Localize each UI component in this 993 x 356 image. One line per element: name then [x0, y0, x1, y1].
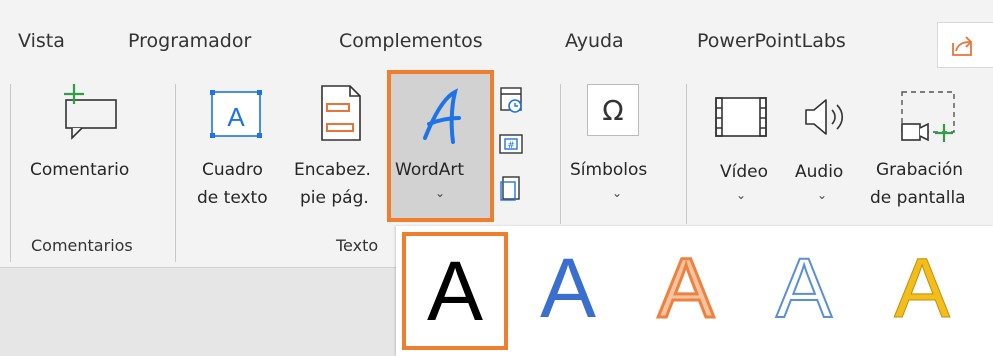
share-icon	[952, 36, 973, 56]
speaker-icon	[805, 99, 844, 135]
wordart-style-letter: A	[775, 241, 833, 335]
chevron-down-icon: ⌄	[612, 186, 623, 200]
wordart-style-blue[interactable]: A	[518, 226, 618, 350]
tab-powerpointlabs[interactable]: PowerPointLabs	[697, 30, 846, 52]
slide-number-icon[interactable]: #	[498, 132, 524, 158]
header-footer-label-line2: pie pág.	[300, 188, 369, 208]
share-button[interactable]	[937, 22, 993, 68]
tab-programador[interactable]: Programador	[128, 30, 251, 52]
textbox-icon-letter: A	[227, 102, 245, 132]
wordart-label: WordArt	[395, 160, 464, 180]
group-separator	[175, 84, 176, 262]
audio-label: Audio	[795, 162, 844, 182]
ribbon-tab-bar: Vista Programador Complementos Ayuda Pow…	[0, 0, 993, 78]
group-separator	[10, 84, 11, 262]
wordart-style-letter: A	[539, 241, 597, 335]
textbox-icon: A	[210, 90, 262, 138]
wordart-style-letter: A	[426, 244, 484, 338]
wordart-style-black[interactable]: A	[402, 232, 508, 350]
svg-text:#: #	[507, 141, 515, 151]
chevron-down-icon: ⌄	[817, 188, 828, 202]
omega-icon: Ω	[587, 84, 639, 136]
screen-recording-label-line1: Grabación	[876, 160, 964, 180]
header-footer-label-line1: Encabez.	[294, 160, 371, 180]
textbox-label-line1: Cuadro	[202, 160, 263, 180]
wordart-gallery: A A A A A	[396, 226, 993, 356]
chevron-down-icon: ⌄	[435, 186, 446, 200]
new-comment-icon	[64, 84, 117, 140]
object-icon[interactable]	[498, 174, 524, 204]
wordart-icon	[423, 88, 461, 144]
screen-recording-icon	[901, 91, 955, 142]
group-label-text: Texto	[336, 236, 379, 255]
screen-recording-label-line2: de pantalla	[870, 188, 966, 208]
textbox-label-line2: de texto	[197, 188, 268, 208]
group-label-comments: Comentarios	[31, 236, 133, 255]
wordart-button[interactable]: WordArt ⌄	[387, 70, 494, 222]
wordart-style-blue-outline[interactable]: A	[754, 226, 854, 350]
group-separator	[686, 84, 687, 224]
comment-label: Comentario	[30, 160, 130, 180]
wordart-style-gold[interactable]: A	[872, 226, 972, 350]
symbols-label: Símbolos	[570, 160, 648, 180]
tab-complementos[interactable]: Complementos	[339, 30, 483, 52]
wordart-style-letter: A	[893, 241, 951, 335]
wordart-style-orange-outline[interactable]: A	[636, 226, 736, 350]
tab-vista[interactable]: Vista	[18, 30, 65, 52]
chevron-down-icon: ⌄	[736, 188, 747, 202]
wordart-style-letter: A	[656, 241, 715, 335]
video-label: Vídeo	[720, 162, 769, 182]
date-time-icon[interactable]	[498, 84, 524, 120]
tab-ayuda[interactable]: Ayuda	[565, 30, 624, 52]
group-separator	[560, 84, 561, 224]
film-icon	[715, 97, 767, 137]
header-footer-icon	[321, 85, 361, 141]
